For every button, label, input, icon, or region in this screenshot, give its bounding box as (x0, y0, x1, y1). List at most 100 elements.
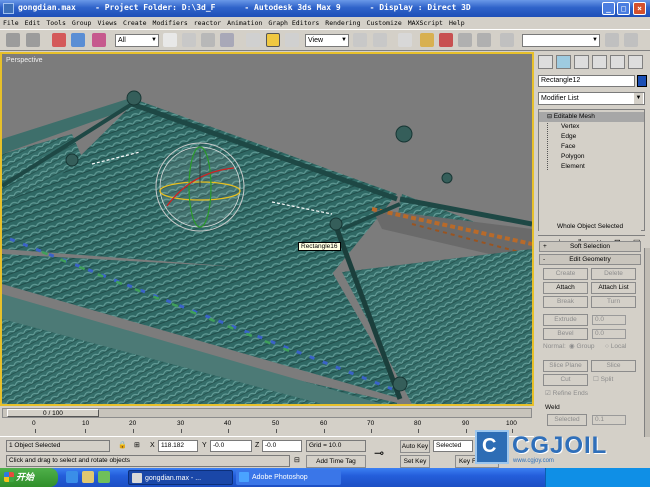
set-key-button[interactable]: Set Key (400, 455, 430, 468)
attach-list-button[interactable]: Attach List (591, 282, 636, 294)
hierarchy-tab-icon[interactable] (574, 55, 589, 69)
attach-button[interactable]: Attach (543, 282, 588, 294)
undo-icon[interactable] (6, 33, 20, 47)
stack-item-element[interactable]: Element (539, 162, 644, 172)
select-and-rotate-icon[interactable] (266, 33, 280, 47)
stack-item-face[interactable]: Face (539, 142, 644, 152)
delete-button[interactable]: Delete (591, 268, 636, 280)
select-object-icon[interactable] (163, 33, 177, 47)
modifier-list-dropdown[interactable]: Modifier List ▼ (538, 92, 645, 105)
refine-ends-checkbox[interactable]: ☑ Refine Ends (545, 389, 588, 399)
bevel-button[interactable]: Bevel (543, 328, 588, 340)
menu-reactor[interactable]: reactor (191, 17, 224, 27)
extrude-button[interactable]: Extrude (543, 314, 588, 326)
desktop-quick-launch-icon[interactable] (82, 471, 94, 483)
menu-group[interactable]: Group (69, 17, 95, 27)
close-icon[interactable]: × (633, 2, 646, 15)
mirror-icon[interactable] (605, 33, 619, 47)
menu-create[interactable]: Create (120, 17, 149, 27)
ie-quick-launch-icon[interactable] (66, 471, 78, 483)
menu-rendering[interactable]: Rendering (322, 17, 363, 27)
bevel-spinner[interactable]: 0.0 (592, 329, 626, 339)
track-bar[interactable]: 0 10 20 30 40 50 60 70 80 90 100 (2, 419, 532, 436)
time-slider[interactable]: 0 / 100 (2, 408, 532, 418)
maximize-icon[interactable]: □ (617, 2, 630, 15)
create-tab-icon[interactable] (538, 55, 553, 69)
pivot-center-icon[interactable] (353, 33, 367, 47)
percent-snap-icon[interactable] (458, 33, 472, 47)
select-by-name-icon[interactable] (182, 33, 196, 47)
modify-tab-icon[interactable] (556, 55, 571, 69)
split-checkbox[interactable]: ☐ Split (593, 375, 613, 385)
edit-named-selection-icon[interactable] (500, 33, 514, 47)
command-panel-scrollbar[interactable] (644, 248, 650, 437)
absolute-mode-icon[interactable]: ⊞ (134, 440, 140, 452)
auto-key-button[interactable]: Auto Key (400, 440, 430, 453)
menu-edit[interactable]: Edit (22, 17, 44, 27)
local-radio[interactable]: ○ Local (605, 342, 626, 352)
object-name-input[interactable]: Rectangle12 (538, 75, 635, 87)
media-quick-launch-icon[interactable] (98, 471, 110, 483)
minimize-icon[interactable]: _ (602, 2, 615, 15)
menu-customize[interactable]: Customize (364, 17, 405, 27)
display-tab-icon[interactable] (610, 55, 625, 69)
lock-selection-icon[interactable]: 🔒 (118, 440, 127, 452)
break-button[interactable]: Break (543, 296, 588, 308)
object-color-swatch[interactable] (637, 75, 647, 87)
utilities-tab-icon[interactable] (628, 55, 643, 69)
menu-animation[interactable]: Animation (224, 17, 265, 27)
weld-selected-button[interactable]: Selected (547, 414, 587, 426)
bind-space-warp-icon[interactable] (92, 33, 106, 47)
motion-tab-icon[interactable] (592, 55, 607, 69)
stack-item-polygon[interactable]: Polygon (539, 152, 644, 162)
rotate-gizmo-icon[interactable] (155, 142, 245, 232)
menu-views[interactable]: Views (94, 17, 120, 27)
rectangular-selection-icon[interactable] (201, 33, 215, 47)
taskbar-item-3dsmax[interactable]: gongdian.max - ... (128, 470, 233, 485)
key-mode-dropdown[interactable]: Selected (433, 440, 473, 452)
snaps-toggle-icon[interactable] (420, 33, 434, 47)
align-icon[interactable] (624, 33, 638, 47)
stack-item-edge[interactable]: Edge (539, 132, 644, 142)
menu-file[interactable]: File (0, 17, 22, 27)
add-time-tag-button[interactable]: Add Time Tag (306, 455, 366, 468)
menu-help[interactable]: Help (446, 17, 468, 27)
viewport-label[interactable]: Perspective (6, 57, 43, 64)
weld-threshold-spinner[interactable]: 0.1 (592, 415, 626, 425)
select-and-move-icon[interactable] (246, 33, 260, 47)
select-and-link-icon[interactable] (52, 33, 66, 47)
window-crossing-icon[interactable] (220, 33, 234, 47)
soft-selection-rollout[interactable]: + Soft Selection (539, 241, 641, 252)
angle-snap-icon[interactable] (439, 33, 453, 47)
group-radio[interactable]: ◉ Group (569, 342, 595, 352)
spinner-snap-icon[interactable] (477, 33, 491, 47)
cut-button[interactable]: Cut (543, 374, 588, 386)
stack-item-vertex[interactable]: Vertex (539, 122, 644, 132)
x-coordinate[interactable]: 118.182 (158, 440, 198, 452)
unlink-icon[interactable] (71, 33, 85, 47)
time-slider-thumb[interactable]: 0 / 100 (7, 409, 99, 417)
z-coordinate[interactable]: -0.0 (262, 440, 302, 452)
select-and-manipulate-icon[interactable] (373, 33, 387, 47)
selection-filter-dropdown[interactable]: All ▼ (115, 34, 159, 47)
turn-button[interactable]: Turn (591, 296, 636, 308)
reference-coordinate-dropdown[interactable]: View ▼ (305, 34, 349, 47)
menu-modifiers[interactable]: Modifiers (150, 17, 191, 27)
slice-button[interactable]: Slice (591, 360, 636, 372)
select-and-scale-icon[interactable] (285, 33, 299, 47)
extrude-spinner[interactable]: 0.0 (592, 315, 626, 325)
edit-geometry-rollout[interactable]: - Edit Geometry (539, 254, 641, 265)
slice-plane-button[interactable]: Slice Plane (543, 360, 588, 372)
taskbar-item-photoshop[interactable]: Adobe Photoshop (236, 470, 341, 485)
menu-tools[interactable]: Tools (43, 17, 69, 27)
y-coordinate[interactable]: -0.0 (210, 440, 252, 452)
menu-maxscript[interactable]: MAXScript (405, 17, 446, 27)
time-tag-icon[interactable]: ⊟ (294, 455, 300, 467)
redo-icon[interactable] (26, 33, 40, 47)
menu-graph-editors[interactable]: Graph Editors (265, 17, 322, 27)
perspective-viewport[interactable]: Perspective Rectangle16 (0, 52, 534, 406)
stack-item-editable-mesh[interactable]: ⊟ Editable Mesh (539, 112, 644, 122)
keyboard-shortcut-override-icon[interactable] (398, 33, 412, 47)
create-button[interactable]: Create (543, 268, 588, 280)
start-button[interactable]: 开始 (0, 468, 58, 487)
